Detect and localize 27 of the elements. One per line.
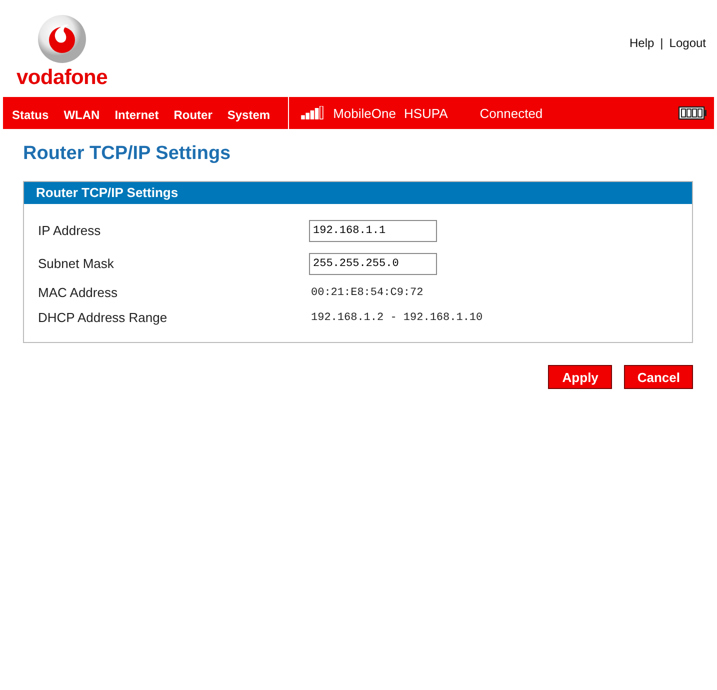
nav-item[interactable]: Status [12,108,56,122]
logo-icon [37,14,87,64]
header-link[interactable]: Help [629,36,654,50]
field-label: Subnet Mask [38,256,115,271]
nav-item[interactable]: WLAN [64,108,107,122]
battery-icon [678,106,708,120]
apply-button[interactable]: Apply [548,365,612,389]
nav-item[interactable]: System [227,108,278,122]
input-field[interactable]: 255.255.255.0 [309,252,437,274]
brand-name: vodafone [16,66,108,90]
nav-item[interactable]: Internet [114,108,166,122]
field-value: 00:21:E8:54:C9:72 [311,286,424,298]
field-label: DHCP Address Range [38,310,168,325]
input-field[interactable]: 192.168.1.1 [309,220,437,242]
field-value: 192.168.1.2 - 192.168.1.10 [311,312,483,324]
network-name: MobileOne [333,106,396,120]
header-link[interactable]: Logout [669,36,706,50]
link-separator: | [660,36,664,50]
field-label: IP Address [38,223,102,238]
connection-status: Connected [480,106,544,120]
panel-title: Router TCP/IP Settings [24,182,692,204]
signal-icon [301,106,326,120]
nav-item[interactable]: Router [174,108,220,122]
cancel-button[interactable]: Cancel [624,365,693,389]
network-technology: HSUPA [404,106,448,120]
page-title: Router TCP/IP Settings [23,143,232,165]
field-label: MAC Address [38,285,118,300]
